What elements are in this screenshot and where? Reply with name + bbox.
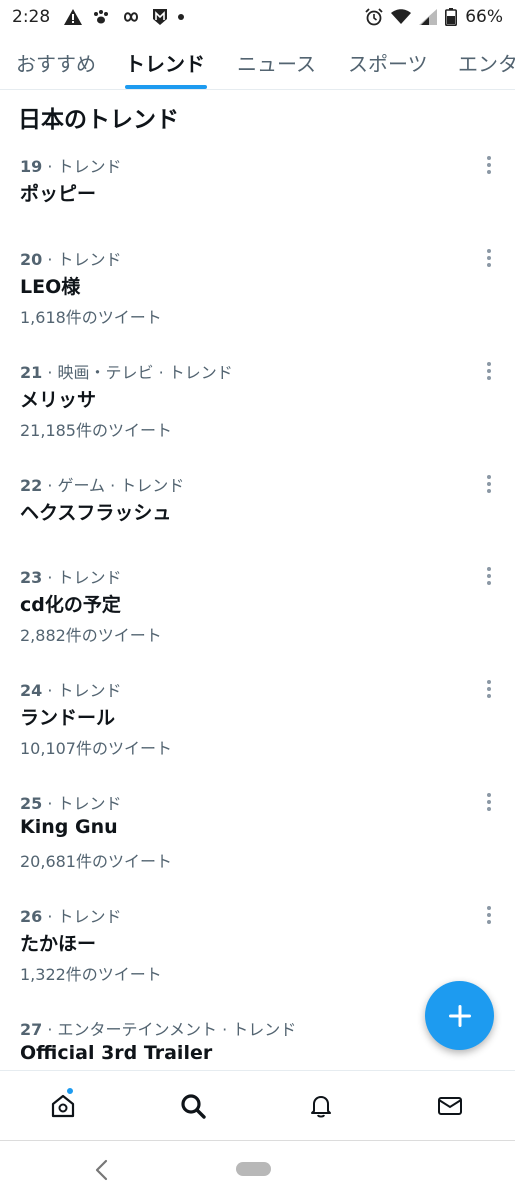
more-options-icon[interactable] <box>478 903 500 927</box>
trend-context: · トレンド <box>42 794 122 813</box>
trend-context: · トレンド <box>42 157 122 176</box>
compose-tweet-button[interactable] <box>425 981 494 1050</box>
trend-rank: 21 <box>20 363 43 382</box>
search-icon <box>179 1092 207 1120</box>
trend-item[interactable]: 24 · トレンド ランドール 10,107件のツイート <box>0 677 515 777</box>
more-options-icon[interactable] <box>478 153 500 177</box>
trend-meta: 24 · トレンド <box>20 677 122 701</box>
trend-tweet-count: 21,185件のツイート <box>20 421 172 440</box>
trend-rank: 27 <box>20 1020 43 1039</box>
status-time: 2:28 <box>12 7 51 27</box>
tab-bar: おすすめ トレンド ニュース スポーツ エンタ <box>0 34 515 90</box>
nav-home[interactable] <box>33 1071 93 1141</box>
trend-meta: 25 · トレンド <box>20 790 122 814</box>
trend-tweet-count: 1,322件のツイート <box>20 965 162 984</box>
battery-icon <box>445 8 458 26</box>
active-tab-indicator <box>125 85 207 89</box>
alert-icon <box>64 9 83 25</box>
more-options-icon[interactable] <box>478 359 500 383</box>
trend-topic: ヘクスフラッシュ <box>20 502 172 524</box>
trend-context: · エンターテインメント · トレンド <box>42 1020 297 1039</box>
paw-icon <box>92 9 110 25</box>
trend-rank: 20 <box>20 250 43 269</box>
more-options-icon[interactable] <box>478 564 500 588</box>
nav-messages[interactable] <box>420 1071 480 1141</box>
trend-rank: 23 <box>20 568 43 587</box>
trend-item[interactable]: 20 · トレンド LEO様 1,618件のツイート <box>0 246 515 346</box>
trend-tweet-count: 1,618件のツイート <box>20 308 162 327</box>
trend-topic: Official 3rd Trailer <box>20 1042 213 1064</box>
trend-rank: 26 <box>20 907 43 926</box>
trend-context: · トレンド <box>42 907 122 926</box>
tab-entertainment[interactable]: エンタ <box>458 34 515 89</box>
trend-item[interactable]: 21 · 映画・テレビ · トレンド メリッサ 21,185件のツイート <box>0 359 515 459</box>
trend-meta: 23 · トレンド <box>20 564 122 588</box>
trend-topic: メリッサ <box>20 389 97 411</box>
more-options-icon[interactable] <box>478 790 500 814</box>
trend-context: · トレンド <box>42 568 122 587</box>
trend-rank: 19 <box>20 157 43 176</box>
trend-item[interactable]: 23 · トレンド cd化の予定 2,882件のツイート <box>0 564 515 664</box>
home-notification-dot <box>66 1087 74 1095</box>
trend-meta: 19 · トレンド <box>20 153 122 177</box>
tab-sports[interactable]: スポーツ <box>348 34 428 89</box>
alarm-icon <box>365 8 383 26</box>
bell-icon <box>307 1092 335 1120</box>
bottom-navigation <box>0 1070 515 1140</box>
tab-trending[interactable]: トレンド <box>125 34 205 89</box>
tab-news[interactable]: ニュース <box>237 34 316 89</box>
dot-icon <box>178 14 185 20</box>
status-notification-icons <box>64 8 185 26</box>
status-bar: 2:28 66% <box>0 0 515 34</box>
trend-rank: 22 <box>20 476 43 495</box>
trend-rank: 25 <box>20 794 43 813</box>
trend-context: · 映画・テレビ · トレンド <box>42 363 233 382</box>
more-options-icon[interactable] <box>478 246 500 270</box>
trend-meta: 22 · ゲーム · トレンド <box>20 472 184 496</box>
trend-item[interactable]: 25 · トレンド King Gnu 20,681件のツイート <box>0 790 515 890</box>
system-navigation-bar <box>0 1140 515 1200</box>
shield-m-icon <box>152 8 168 26</box>
trend-context: · トレンド <box>42 250 122 269</box>
wifi-icon <box>391 9 412 25</box>
home-icon <box>49 1092 77 1120</box>
trend-tweet-count: 10,107件のツイート <box>20 739 172 758</box>
home-pill-button[interactable] <box>236 1162 271 1176</box>
plus-icon <box>447 1003 473 1029</box>
trend-tweet-count: 2,882件のツイート <box>20 626 162 645</box>
trend-meta: 27 · エンターテインメント · トレンド <box>20 1016 296 1040</box>
trend-context: · ゲーム · トレンド <box>42 476 185 495</box>
trend-rank: 24 <box>20 681 43 700</box>
trend-topic: cd化の予定 <box>20 594 121 616</box>
more-options-icon[interactable] <box>478 472 500 496</box>
trend-meta: 20 · トレンド <box>20 246 122 270</box>
trend-topic: ランドール <box>20 707 116 729</box>
trend-topic: King Gnu <box>20 816 118 838</box>
infinity-icon <box>120 10 142 24</box>
section-title: 日本のトレンド <box>18 107 179 133</box>
trend-context: · トレンド <box>42 681 122 700</box>
tab-recommended[interactable]: おすすめ <box>16 34 96 89</box>
mail-icon <box>436 1092 464 1120</box>
battery-percent: 66% <box>465 7 503 27</box>
nav-notifications[interactable] <box>291 1071 351 1141</box>
trend-meta: 26 · トレンド <box>20 903 122 927</box>
trend-topic: LEO様 <box>20 276 81 298</box>
trend-tweet-count: 20,681件のツイート <box>20 852 172 871</box>
trend-item[interactable]: 22 · ゲーム · トレンド ヘクスフラッシュ <box>0 472 515 552</box>
signal-icon <box>419 9 438 25</box>
nav-search[interactable] <box>163 1071 223 1141</box>
trend-topic: たかほー <box>20 933 97 955</box>
trend-topic: ポッピー <box>20 183 97 205</box>
trend-item[interactable]: 19 · トレンド ポッピー <box>0 153 515 233</box>
trend-meta: 21 · 映画・テレビ · トレンド <box>20 359 233 383</box>
back-icon[interactable] <box>92 1159 112 1185</box>
more-options-icon[interactable] <box>478 677 500 701</box>
